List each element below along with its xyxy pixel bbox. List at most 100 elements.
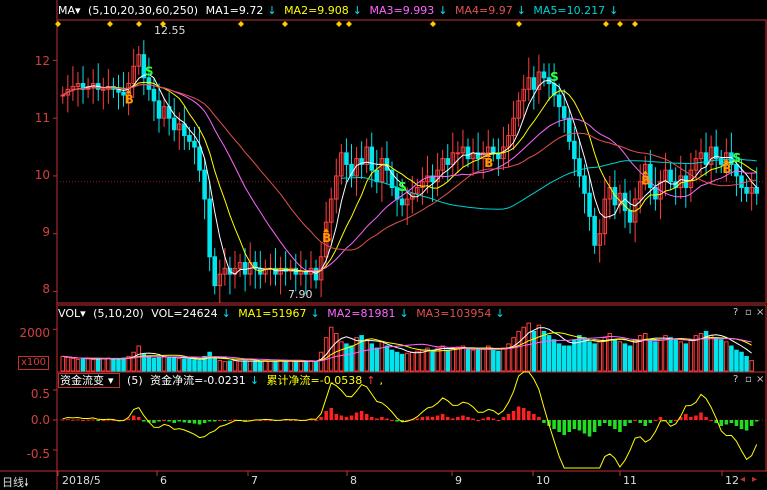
volume-bar bbox=[101, 358, 106, 372]
buy-signal-label: B bbox=[641, 173, 650, 187]
flow-bar bbox=[638, 420, 642, 423]
volume-bar bbox=[288, 360, 293, 372]
volume-bar bbox=[313, 360, 319, 372]
volume-bar bbox=[582, 337, 587, 372]
flow-bar bbox=[96, 420, 101, 421]
flow-bar bbox=[577, 420, 582, 431]
flow-bar bbox=[314, 420, 318, 421]
flow-bar bbox=[699, 412, 703, 420]
candle-body bbox=[739, 175, 744, 188]
flow-bar bbox=[461, 415, 465, 420]
volume-bar bbox=[491, 349, 496, 372]
volume-bar bbox=[496, 350, 501, 372]
volume-bar bbox=[95, 358, 101, 372]
volume-bar bbox=[65, 356, 71, 372]
flow-bar bbox=[329, 408, 334, 420]
flow-bar bbox=[167, 420, 171, 422]
volume-bar bbox=[379, 341, 385, 372]
event-diamond-icon bbox=[136, 21, 142, 27]
flow-bar bbox=[532, 414, 536, 420]
volume-bar bbox=[708, 335, 714, 372]
candle-body bbox=[182, 123, 187, 137]
volume-bar bbox=[90, 358, 96, 372]
volume-bar bbox=[242, 360, 248, 372]
flow-bar bbox=[608, 420, 612, 426]
candle-body bbox=[531, 77, 537, 90]
candle-body bbox=[592, 215, 597, 246]
flow-bar bbox=[613, 420, 617, 429]
flow-bar bbox=[334, 414, 339, 420]
buy-signal-label: B bbox=[125, 93, 134, 107]
flow-bar bbox=[704, 417, 708, 420]
flow-bar bbox=[430, 417, 435, 420]
volume-bar bbox=[521, 326, 526, 372]
flow-bar bbox=[223, 420, 227, 421]
flow-bar bbox=[476, 420, 480, 421]
flow-bar bbox=[187, 420, 192, 423]
volume-bar bbox=[465, 347, 471, 372]
flow-bar bbox=[628, 420, 632, 423]
volume-bar bbox=[648, 339, 653, 372]
volume-bar bbox=[394, 351, 400, 372]
volume-bar bbox=[273, 360, 278, 372]
flow-bar bbox=[557, 420, 561, 432]
flow-bar bbox=[633, 420, 637, 421]
volume-bar bbox=[561, 345, 567, 372]
flow-bar bbox=[592, 420, 597, 432]
flow-bar bbox=[562, 420, 567, 435]
flow-bar bbox=[673, 420, 678, 421]
flow-bar bbox=[516, 406, 521, 420]
event-diamond-icon bbox=[617, 21, 623, 27]
flow-bar bbox=[734, 420, 739, 426]
chart-canvas[interactable]: BBBBBSSSS bbox=[0, 0, 767, 490]
candle-body bbox=[744, 186, 749, 194]
flow-bar bbox=[131, 415, 136, 420]
flow-bar bbox=[364, 414, 369, 420]
event-diamond-icon bbox=[160, 21, 166, 27]
volume-bar bbox=[187, 358, 192, 372]
volume-bar bbox=[622, 343, 628, 372]
volume-bar bbox=[718, 339, 724, 372]
volume-bar bbox=[693, 335, 699, 372]
volume-bar bbox=[354, 337, 359, 372]
volume-bar bbox=[303, 360, 309, 372]
flow-bar bbox=[456, 417, 460, 420]
volume-bar bbox=[197, 360, 202, 372]
candle-body bbox=[207, 198, 212, 258]
volume-bar bbox=[480, 347, 486, 372]
flow-bar bbox=[537, 417, 541, 420]
flow-bar bbox=[435, 415, 440, 420]
flow-bar bbox=[136, 417, 141, 420]
flow-bar bbox=[152, 420, 156, 423]
flow-bar bbox=[739, 420, 744, 429]
flow-bar bbox=[684, 414, 688, 420]
volume-bar bbox=[318, 351, 324, 372]
volume-bar bbox=[673, 339, 678, 372]
volume-bar bbox=[526, 322, 532, 372]
event-diamond-icon bbox=[516, 21, 522, 27]
event-diamond-icon bbox=[632, 21, 638, 27]
stock-chart-window: MA▾ (5,10,20,30,60,250) MA1=9.72 ↓ MA2=9.… bbox=[0, 0, 767, 490]
volume-bar bbox=[572, 339, 577, 372]
flow-bar bbox=[395, 420, 399, 422]
price-panel-frame bbox=[56, 19, 767, 304]
volume-bar bbox=[729, 345, 734, 372]
flow-bar bbox=[658, 417, 663, 420]
flow-bar bbox=[319, 417, 323, 420]
volume-bar bbox=[232, 360, 238, 372]
volume-bar bbox=[501, 347, 506, 372]
candle-body bbox=[212, 256, 218, 287]
flow-bar bbox=[369, 417, 374, 420]
volume-bar bbox=[597, 341, 602, 372]
volume-bar bbox=[470, 349, 476, 372]
candle-body bbox=[703, 152, 709, 165]
buy-signal-label: B bbox=[722, 162, 731, 176]
volume-bar bbox=[161, 355, 167, 372]
volume-bar bbox=[749, 360, 754, 372]
volume-bar bbox=[156, 356, 162, 372]
volume-bar bbox=[627, 345, 633, 372]
flow-bar bbox=[618, 420, 622, 432]
flow-bar bbox=[602, 420, 607, 423]
candle-body bbox=[374, 169, 380, 183]
flow-bar bbox=[496, 420, 501, 421]
